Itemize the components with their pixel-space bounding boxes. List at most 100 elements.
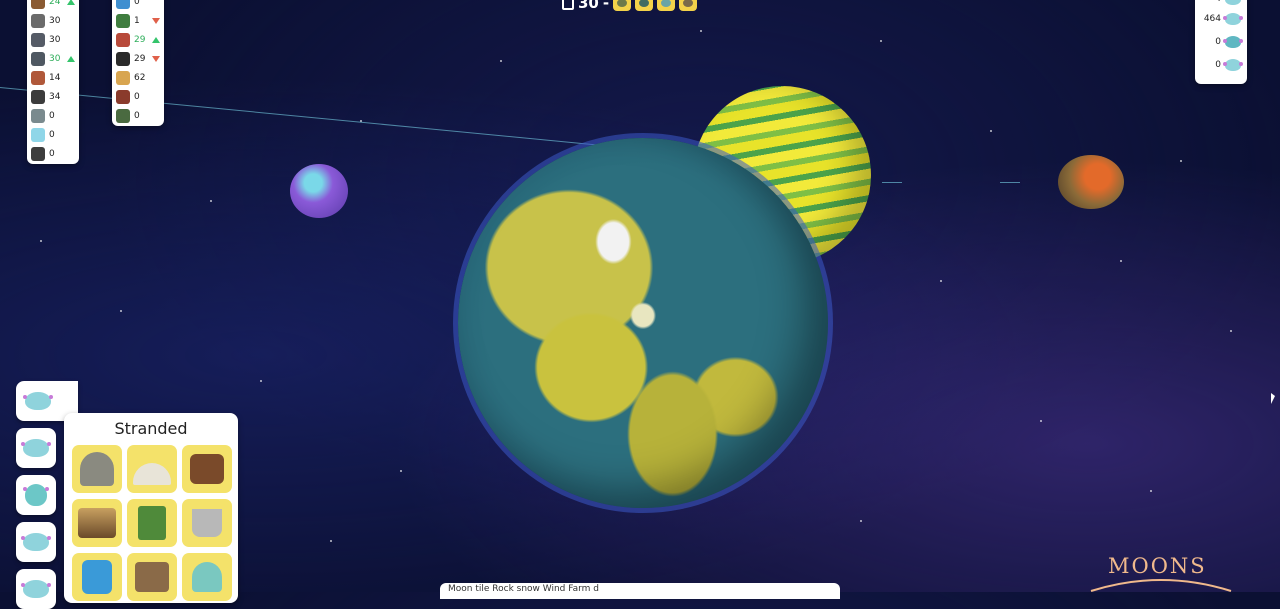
resource-row: 24 — [31, 0, 75, 11]
purple-moon[interactable] — [290, 164, 348, 218]
game-logo: MOONS — [1086, 551, 1236, 592]
population-value: 0 — [1215, 37, 1221, 47]
resource-row: 0 — [116, 0, 160, 11]
character-slot[interactable] — [16, 475, 56, 515]
trend-down-icon — [152, 17, 160, 24]
calendar-icon — [562, 0, 574, 10]
lava-moon[interactable] — [1058, 155, 1124, 209]
igloo-icon — [133, 463, 171, 485]
resource-row: 0 — [31, 144, 75, 163]
population-row: 464 — [1204, 13, 1243, 25]
water-icon — [116, 0, 130, 9]
resource-row: 0 — [116, 106, 160, 125]
population-row: 0 — [1215, 36, 1243, 48]
log-pile-icon — [190, 454, 224, 484]
resource-row: 1 — [116, 11, 160, 30]
trend-up-icon — [67, 55, 75, 62]
resource-value: 34 — [49, 91, 61, 102]
plant-icon — [116, 13, 130, 28]
build-log-cart[interactable] — [127, 553, 177, 601]
resource-value: 14 — [49, 72, 61, 83]
mortar-icon — [31, 89, 45, 104]
build-menu-title: Stranded — [114, 419, 188, 438]
axolotl-icon — [1225, 0, 1241, 5]
resource-value: 1 — [134, 15, 140, 26]
build-escape-pod[interactable] — [72, 445, 122, 493]
trend-up-icon — [152, 36, 160, 43]
build-sprout[interactable] — [182, 553, 232, 601]
meat-icon — [116, 32, 130, 47]
population-row: 4 — [1215, 0, 1241, 5]
build-tent[interactable] — [127, 499, 177, 547]
resource-panel-right: 0 1 29 29 62 0 0 — [112, 0, 164, 126]
resource-row: 0 — [31, 125, 75, 144]
glass-icon — [31, 127, 45, 142]
tent-icon — [138, 506, 166, 540]
axolotl-sunglasses-icon — [21, 533, 51, 551]
ore-icon — [31, 32, 45, 47]
resource-row: 34 — [31, 87, 75, 106]
axolotl-icon — [1223, 59, 1243, 71]
axolotl-icon — [1223, 13, 1243, 25]
leaf-resource-chip[interactable] — [635, 0, 654, 11]
resource-value: 0 — [134, 91, 140, 102]
pipe-icon — [31, 108, 45, 123]
resource-value: 29 — [134, 53, 146, 64]
resource-value: 30 — [49, 15, 61, 26]
population-value: 4 — [1215, 0, 1221, 4]
water-bottles-icon — [82, 560, 112, 594]
character-slot[interactable] — [16, 569, 56, 609]
axolotl-pink-icon — [23, 392, 53, 410]
log-cart-icon — [135, 562, 169, 592]
resource-value: 0 — [134, 0, 140, 7]
resource-row: 62 — [116, 68, 160, 87]
resource-row: 29 — [116, 30, 160, 49]
orbit-path — [882, 182, 902, 183]
day-counter: 30 — [578, 0, 599, 12]
build-water-bucket[interactable] — [182, 499, 232, 547]
trend-down-icon — [152, 55, 160, 62]
build-campfire[interactable] — [72, 499, 122, 547]
gear-icon — [31, 51, 45, 66]
day-separator: - — [602, 0, 610, 12]
book-icon — [116, 89, 130, 104]
resource-value: 29 — [134, 34, 146, 45]
axolotl-teal-icon — [23, 484, 49, 506]
build-log-pile[interactable] — [182, 445, 232, 493]
build-water-bottles[interactable] — [72, 553, 122, 601]
resource-row: 29 — [116, 49, 160, 68]
home-planet[interactable] — [458, 138, 828, 508]
bottle-icon — [116, 108, 130, 123]
mouse-cursor — [1271, 393, 1275, 404]
tools-icon — [116, 51, 130, 66]
population-row: 0 — [1215, 59, 1243, 71]
water-bucket-icon — [192, 509, 222, 537]
trend-up-icon — [67, 0, 75, 5]
resource-row: 30 — [31, 11, 75, 30]
orbit-path — [0, 87, 598, 146]
logo-text: MOONS — [1108, 554, 1207, 578]
campfire-icon — [78, 508, 116, 538]
build-igloo[interactable] — [127, 445, 177, 493]
resource-value: 0 — [49, 110, 55, 121]
axolotl-sunglasses-icon — [1223, 36, 1243, 48]
build-menu: Stranded — [64, 413, 238, 603]
ice-resource-chip[interactable] — [657, 0, 676, 11]
resource-value: 0 — [49, 129, 55, 140]
anvil-icon — [31, 146, 45, 161]
wood-log-icon — [31, 0, 45, 9]
resource-value: 62 — [134, 72, 146, 83]
resource-row: 30 — [31, 30, 75, 49]
character-slot[interactable] — [16, 428, 56, 468]
axolotl-small-icon — [21, 580, 51, 598]
dirt-resource-chip[interactable] — [679, 0, 698, 11]
resource-value: 0 — [134, 110, 140, 121]
resource-value: 30 — [49, 53, 61, 64]
ingot-icon — [31, 13, 45, 28]
resource-panel-left: 24 30 30 30 14 34 0 0 0 — [27, 0, 79, 164]
orbit-path — [1000, 182, 1020, 183]
population-panel: 4 464 0 0 — [1195, 0, 1247, 84]
resource-value: 24 — [49, 0, 61, 7]
stone-resource-chip[interactable] — [613, 0, 632, 11]
character-slot[interactable] — [16, 522, 56, 562]
